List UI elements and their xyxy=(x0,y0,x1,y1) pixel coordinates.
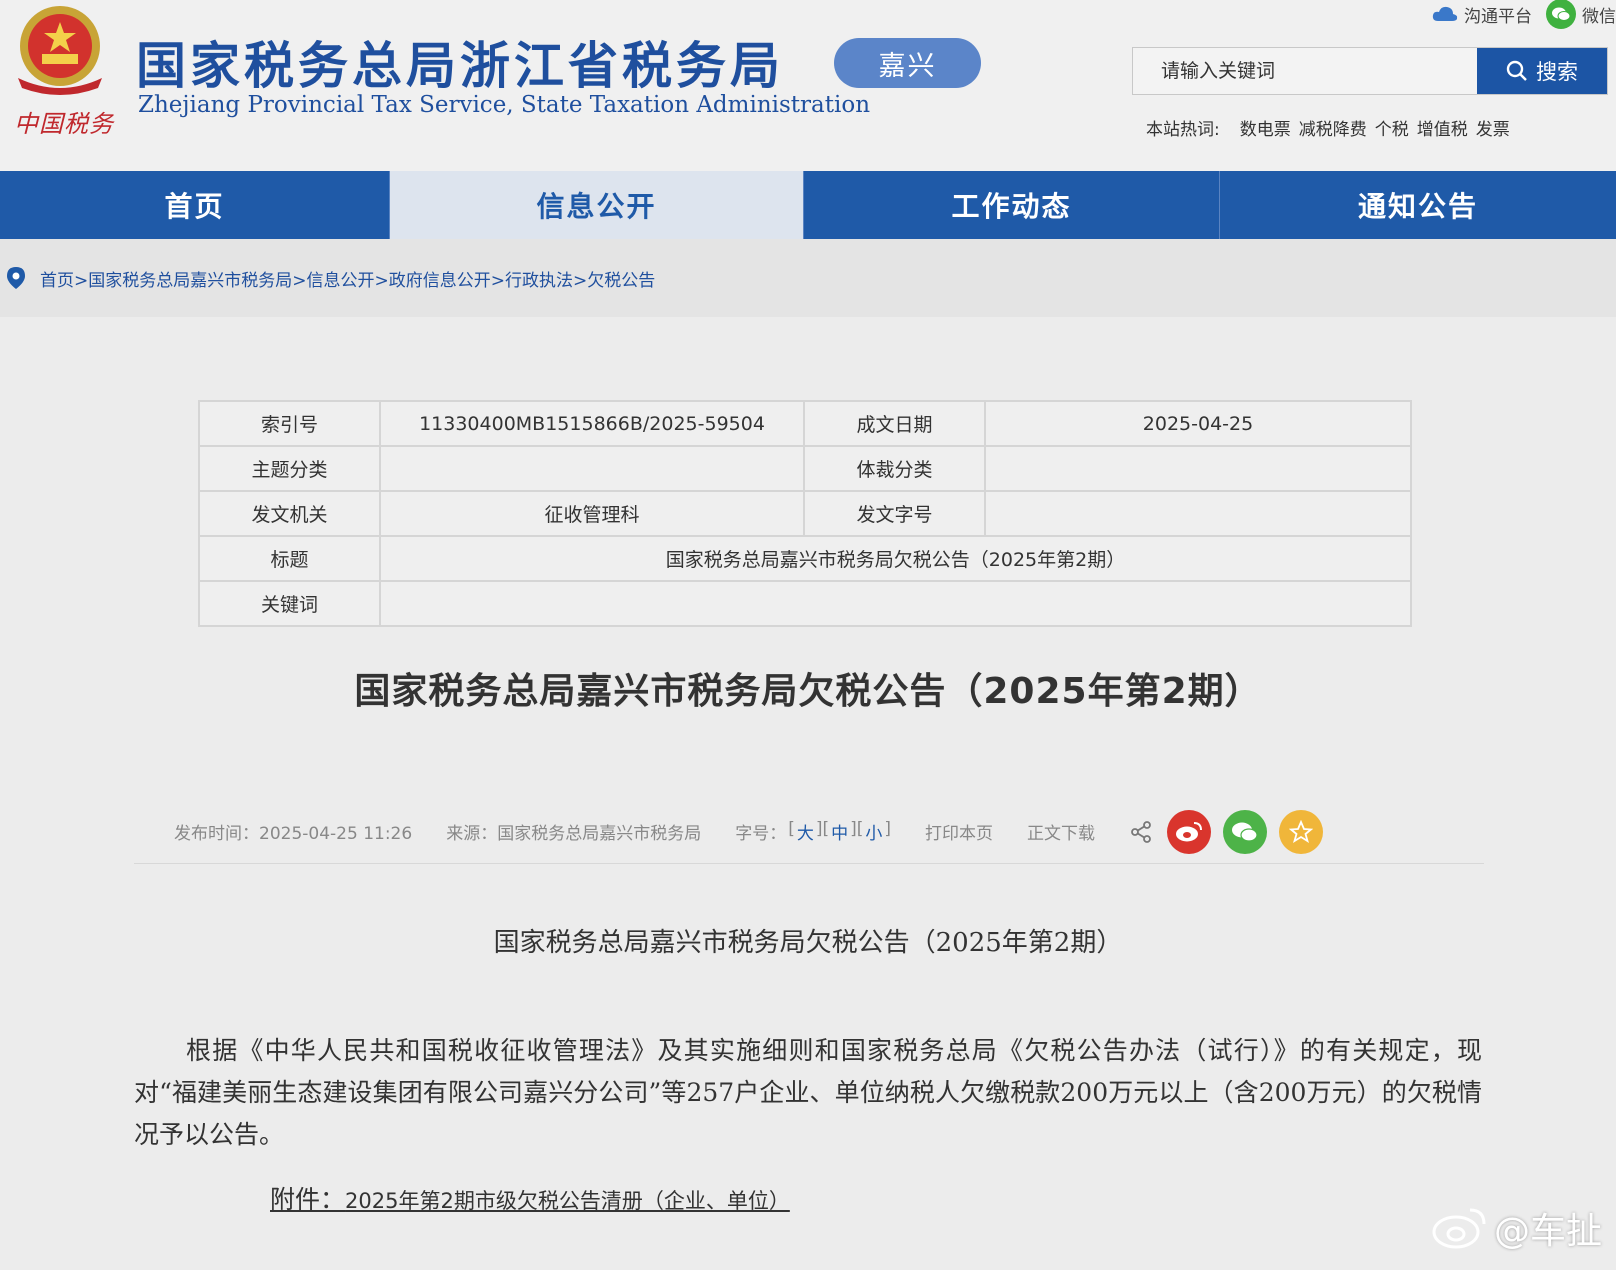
star-icon xyxy=(1289,819,1314,843)
nav-item-home[interactable]: 首页 xyxy=(0,171,390,239)
publish-time: 发布时间：2025-04-25 11:26 xyxy=(174,824,413,844)
nav-item-notices[interactable]: 通知公告 xyxy=(1220,171,1616,239)
font-size-large[interactable]: 大 xyxy=(797,819,814,844)
metadata-table: 索引号 11330400MB1515866B/2025-59504 成文日期 2… xyxy=(198,400,1412,627)
font-size-control: 字号： [大][中][小] xyxy=(735,819,892,844)
meta-label: 发文机关 xyxy=(198,490,381,537)
favorite-button[interactable] xyxy=(1279,809,1324,854)
table-row: 索引号 11330400MB1515866B/2025-59504 成文日期 2… xyxy=(198,400,1412,447)
meta-label: 发文字号 xyxy=(803,490,986,537)
meta-label: 主题分类 xyxy=(198,445,381,492)
main-nav: 首页 信息公开 工作动态 通知公告 xyxy=(0,171,1616,239)
hot-word-link[interactable]: 个税 xyxy=(1375,115,1409,140)
search-input[interactable] xyxy=(1133,48,1477,94)
weibo-icon xyxy=(1176,821,1203,841)
meta-value-genre xyxy=(984,445,1412,492)
nav-item-info-disclosure[interactable]: 信息公开 xyxy=(390,171,804,239)
table-row: 标题 国家税务总局嘉兴市税务局欠税公告（2025年第2期） xyxy=(198,535,1412,582)
meta-value-title: 国家税务总局嘉兴市税务局欠税公告（2025年第2期） xyxy=(379,535,1412,582)
breadcrumb: 首页>国家税务总局嘉兴市税务局>信息公开>政府信息公开>行政执法>欠税公告 xyxy=(0,239,1616,317)
meta-value-date: 2025-04-25 xyxy=(984,400,1412,447)
meta-value-keywords xyxy=(379,580,1412,627)
watermark-text: @车扯 xyxy=(1493,1211,1602,1252)
national-emblem-icon xyxy=(18,6,102,95)
search-button[interactable]: 搜索 xyxy=(1477,48,1607,94)
top-link-label: 微信 xyxy=(1582,6,1616,27)
table-row: 关键词 xyxy=(198,580,1412,627)
share-icon[interactable] xyxy=(1129,820,1153,844)
meta-value-issuer: 征收管理科 xyxy=(379,490,805,537)
download-link[interactable]: 正文下载 xyxy=(1027,819,1095,844)
site-header: 中国税务 国家税务总局浙江省税务局 Zhejiang Provincial Ta… xyxy=(0,0,1616,171)
site-title[interactable]: 国家税务总局浙江省税务局 xyxy=(136,26,784,98)
city-badge[interactable]: 嘉兴 xyxy=(834,38,981,88)
site-title-english: Zhejiang Provincial Tax Service, State T… xyxy=(138,92,871,118)
search-button-label: 搜索 xyxy=(1536,60,1578,84)
font-size-label: 字号： xyxy=(735,824,787,844)
meta-label: 关键词 xyxy=(198,580,381,627)
article-info-bar: 发布时间：2025-04-25 11:26 来源：国家税务总局嘉兴市税务局 字号… xyxy=(134,800,1484,864)
hot-word-link[interactable]: 数电票 xyxy=(1240,115,1291,140)
attachment-name: 2025年第2期市级欠税公告清册（企业、单位） xyxy=(345,1189,790,1213)
top-links: 沟通平台 微信 xyxy=(1432,0,1616,29)
table-row: 发文机关 征收管理科 发文字号 xyxy=(198,490,1412,537)
article-source: 来源：国家税务总局嘉兴市税务局 xyxy=(446,824,702,844)
attachment-link[interactable]: 附件：2025年第2期市级欠税公告清册（企业、单位） xyxy=(270,1180,790,1216)
article-body: 根据《中华人民共和国税收征收管理法》及其实施细则和国家税务总局《欠税公告办法（试… xyxy=(134,1036,1482,1149)
wechat-icon xyxy=(1232,822,1258,842)
weibo-watermark-icon xyxy=(1432,1208,1486,1249)
meta-label: 成文日期 xyxy=(803,400,986,447)
meta-value-index: 11330400MB1515866B/2025-59504 xyxy=(379,400,805,447)
breadcrumb-path[interactable]: 首页>国家税务总局嘉兴市税务局>信息公开>政府信息公开>行政执法>欠税公告 xyxy=(40,266,655,291)
hot-words-label: 本站热词: xyxy=(1146,120,1220,140)
wechat-icon xyxy=(1546,0,1576,29)
hot-word-link[interactable]: 增值税 xyxy=(1417,115,1468,140)
search-box: 搜索 xyxy=(1132,47,1608,95)
table-row: 主题分类 体裁分类 xyxy=(198,445,1412,492)
nav-item-work-news[interactable]: 工作动态 xyxy=(804,171,1220,239)
top-link-wechat[interactable]: 微信 xyxy=(1546,0,1616,29)
meta-label: 体裁分类 xyxy=(803,445,986,492)
location-pin-icon xyxy=(7,267,25,289)
font-size-small[interactable]: 小 xyxy=(865,819,882,844)
content-heading: 国家税务总局嘉兴市税务局欠税公告（2025年第2期） xyxy=(493,928,1123,958)
meta-label: 索引号 xyxy=(198,400,381,447)
cloud-icon xyxy=(1432,6,1458,21)
weibo-share-button[interactable] xyxy=(1167,809,1212,854)
font-size-medium[interactable]: 中 xyxy=(831,819,848,844)
top-link-communication[interactable]: 沟通平台 xyxy=(1432,2,1532,27)
hot-words: 本站热词: 数电票 减税降费 个税 增值税 发票 xyxy=(1146,115,1510,140)
search-icon xyxy=(1506,60,1527,81)
print-link[interactable]: 打印本页 xyxy=(925,819,993,844)
meta-label: 标题 xyxy=(198,535,381,582)
hot-word-link[interactable]: 减税降费 xyxy=(1299,115,1367,140)
meta-value-topic xyxy=(379,445,805,492)
attachment-label: 附件： xyxy=(270,1185,346,1214)
page-title: 国家税务总局嘉兴市税务局欠税公告（2025年第2期） xyxy=(354,671,1262,712)
hot-word-link[interactable]: 发票 xyxy=(1476,115,1510,140)
wechat-share-button[interactable] xyxy=(1223,809,1268,854)
top-link-label: 沟通平台 xyxy=(1464,6,1532,27)
meta-value-docno xyxy=(984,490,1412,537)
watermark: @车扯 xyxy=(1432,1202,1602,1254)
brand-script-logo: 中国税务 xyxy=(14,110,114,138)
